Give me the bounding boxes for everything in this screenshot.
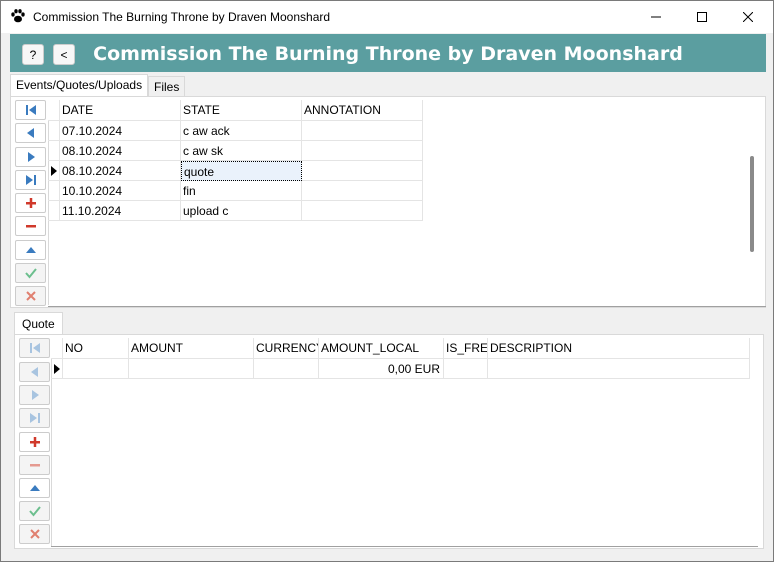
table-cell-date[interactable]: 11.10.2024 [60,201,181,221]
maximize-button[interactable] [679,1,725,33]
table-cell-no[interactable] [63,359,129,379]
table-cell-date[interactable]: 08.10.2024 [60,161,181,181]
table-row-indicator-current[interactable] [48,161,60,181]
quote-edit-button[interactable] [19,478,50,498]
tab-events-quotes-uploads[interactable]: Events/Quotes/Uploads [10,74,149,97]
next-record-icon [31,390,39,400]
quote-post-button[interactable] [19,501,50,521]
window-title: Commission The Burning Throne by Draven … [33,10,331,24]
events-vertical-scrollbar[interactable] [750,156,754,252]
table-row-indicator[interactable] [48,121,60,141]
table-cell-annotation[interactable] [302,121,423,141]
quote-col-currency[interactable]: CURRENCY [254,338,319,359]
edit-record-icon [25,247,36,253]
quote-col-amount-local[interactable]: AMOUNT_LOCAL [319,338,444,359]
table-row-indicator-current[interactable] [51,359,63,379]
maximize-icon [697,12,707,22]
delete-record-icon [29,464,40,467]
events-first-button[interactable] [15,100,46,120]
delete-record-icon [25,225,36,228]
first-record-icon [25,105,36,115]
insert-record-icon [25,198,36,208]
table-cell-annotation[interactable] [302,141,423,161]
quote-next-button[interactable] [19,385,50,405]
table-cell-state[interactable]: fin [181,181,302,201]
header-banner: ? < Commission The Burning Throne by Dra… [10,34,766,72]
app-window: Commission The Burning Throne by Draven … [0,0,774,562]
prior-record-icon [30,367,38,377]
quote-col-no[interactable]: NO [63,338,129,359]
table-cell-date[interactable]: 10.10.2024 [60,181,181,201]
table-cell-state-selected[interactable]: quote [181,161,302,181]
table-cell-annotation[interactable] [302,201,423,221]
post-record-icon [24,268,37,279]
events-insert-button[interactable] [15,193,46,213]
paw-icon [11,9,25,23]
table-row-indicator[interactable] [48,201,60,221]
table-row-indicator[interactable] [48,141,60,161]
quote-col-description[interactable]: DESCRIPTION [488,338,750,359]
cancel-record-icon [29,529,40,539]
quote-grid-indicator-header [51,338,63,359]
table-cell-date[interactable]: 07.10.2024 [60,121,181,141]
events-post-button[interactable] [15,263,46,283]
quote-insert-button[interactable] [19,432,50,452]
events-prior-button[interactable] [15,123,46,143]
table-cell-amount[interactable] [129,359,254,379]
table-cell-annotation[interactable] [302,181,423,201]
table-cell-amount-local[interactable]: 0,00 EUR [319,359,444,379]
events-next-button[interactable] [15,147,46,167]
banner-title: Commission The Burning Throne by Draven … [93,43,683,65]
post-record-icon [28,506,41,517]
quote-col-is-free[interactable]: IS_FREE [444,338,488,359]
quote-cancel-button[interactable] [19,524,50,544]
table-cell-state[interactable]: c aw ack [181,121,302,141]
edit-record-icon [29,485,40,491]
table-cell-state[interactable]: c aw sk [181,141,302,161]
tab-files[interactable]: Files [148,76,186,97]
quote-col-amount[interactable]: AMOUNT [129,338,254,359]
current-row-icon [51,166,57,176]
close-icon [743,12,753,22]
title-bar: Commission The Burning Throne by Draven … [1,1,773,33]
tab-quote[interactable]: Quote [14,312,63,335]
table-row-indicator[interactable] [48,181,60,201]
quote-delete-button[interactable] [19,455,50,475]
minimize-button[interactable] [633,1,679,33]
events-col-date[interactable]: DATE [60,100,181,121]
cancel-record-icon [25,291,36,301]
quote-first-button[interactable] [19,338,50,358]
table-cell-date[interactable]: 08.10.2024 [60,141,181,161]
insert-record-icon [29,437,40,447]
table-cell-is-free[interactable] [444,359,488,379]
table-cell-description[interactable] [488,359,750,379]
first-record-icon [29,343,40,353]
prior-record-icon [26,128,34,138]
events-edit-button[interactable] [15,240,46,260]
last-record-icon [25,175,36,185]
table-cell-annotation[interactable] [302,161,423,181]
minimize-icon [651,16,661,18]
events-col-annotation[interactable]: ANNOTATION [302,100,423,121]
events-last-button[interactable] [15,170,46,190]
table-cell-state[interactable]: upload c [181,201,302,221]
next-record-icon [27,152,35,162]
quote-last-button[interactable] [19,408,50,428]
events-grid-bottom-border [48,306,766,307]
table-cell-currency[interactable] [254,359,319,379]
events-grid-indicator-header [48,100,60,121]
last-record-icon [29,413,40,423]
events-col-state[interactable]: STATE [181,100,302,121]
events-delete-button[interactable] [15,216,46,236]
quote-grid-bottom-border [51,546,758,547]
close-button[interactable] [725,1,771,33]
events-cancel-button[interactable] [15,286,46,306]
current-row-icon [54,364,60,374]
quote-prior-button[interactable] [19,362,50,382]
